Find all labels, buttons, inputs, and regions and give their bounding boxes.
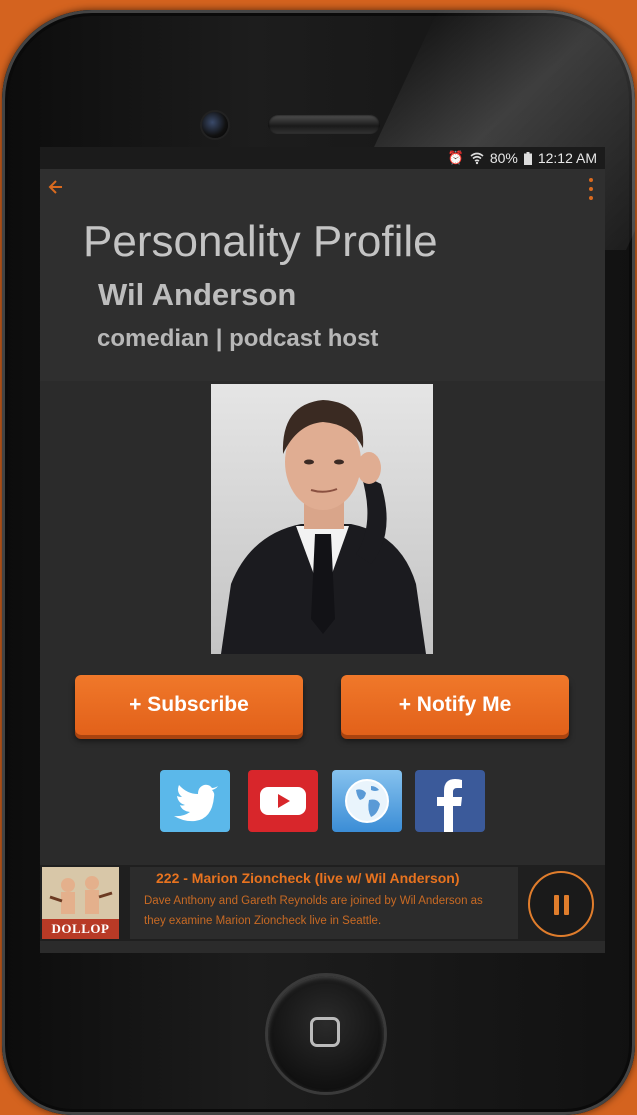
profile-header: Personality Profile Wil Anderson comedia… [40,169,605,381]
home-square-icon [310,1017,340,1047]
alarm-icon: ⏰ [447,150,464,165]
facebook-icon[interactable] [415,770,485,832]
episode-title: 222 - Marion Zioncheck (live w/ Wil Ande… [156,870,460,886]
episode-info[interactable]: 222 - Marion Zioncheck (live w/ Wil Ande… [130,867,518,939]
notify-me-button[interactable]: + Notify Me [341,675,569,735]
overflow-menu-icon[interactable] [587,178,595,200]
battery-percent: 80% [489,150,518,166]
app-screen: ⏰ 80% 12:12 AM Personality Profile Wil A… [40,147,605,953]
podcast-artwork: DOLLOP [42,867,119,939]
youtube-icon[interactable] [248,770,318,832]
person-name: Wil Anderson [98,277,297,312]
podcast-art-label: DOLLOP [51,921,110,936]
profile-photo [211,384,433,654]
back-arrow-icon[interactable] [46,177,70,201]
episode-description: Dave Anthony and Gareth Reynolds are joi… [144,895,483,927]
wifi-icon [470,152,484,165]
twitter-icon[interactable] [160,770,230,832]
home-button[interactable] [268,976,384,1092]
person-role: comedian | podcast host [97,325,379,352]
now-playing-bar[interactable]: DOLLOP 222 - Marion Zioncheck (live w/ W… [40,865,605,941]
earpiece-speaker [268,114,380,134]
page-title: Personality Profile [83,217,438,266]
pause-icon[interactable] [528,871,594,937]
front-camera [202,112,228,138]
status-bar: ⏰ 80% 12:12 AM [40,147,605,169]
battery-icon [523,151,532,165]
website-globe-icon[interactable] [332,770,402,832]
subscribe-button[interactable]: + Subscribe [75,675,303,735]
clock: 12:12 AM [537,150,597,166]
